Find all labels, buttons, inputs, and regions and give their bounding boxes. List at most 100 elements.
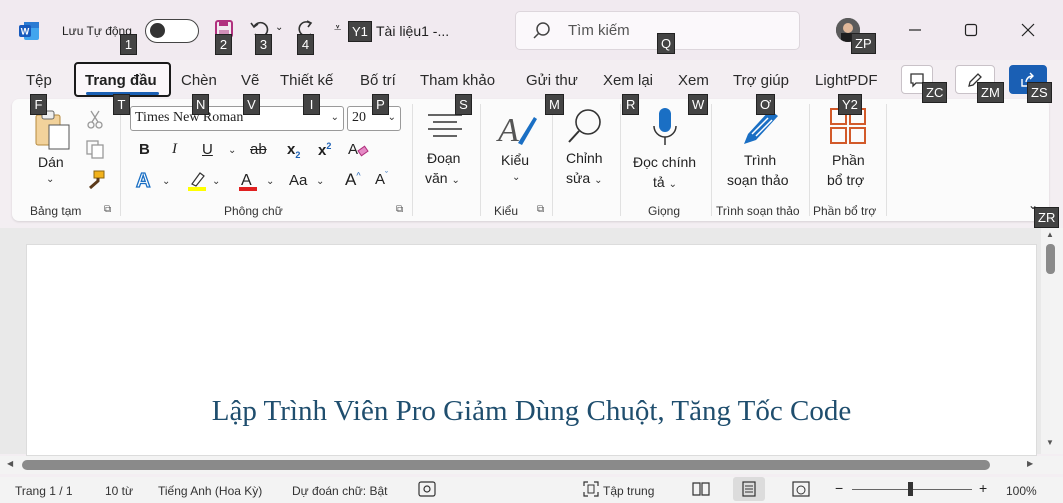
keytip-review: R <box>622 94 640 115</box>
copy-icon[interactable] <box>86 140 104 163</box>
font-name-chevron-icon[interactable]: ⌄ <box>331 112 339 123</box>
group-separator <box>809 104 810 216</box>
accessibility-icon[interactable] <box>418 481 436 500</box>
word-logo-icon: W <box>18 20 40 42</box>
shrink-font-icon[interactable]: Aˇ <box>375 170 388 188</box>
language-status[interactable]: Tiếng Anh (Hoa Kỳ) <box>158 484 262 498</box>
tab-draw[interactable]: Vẽ <box>241 72 259 89</box>
font-color-icon[interactable]: A <box>238 170 258 195</box>
strikethrough-button[interactable]: ab <box>250 141 267 158</box>
paragraph-button[interactable] <box>426 112 466 143</box>
format-painter-icon[interactable] <box>86 170 106 193</box>
paste-button[interactable] <box>33 109 73 154</box>
close-button[interactable] <box>1016 18 1040 42</box>
autosave-toggle[interactable] <box>145 19 199 43</box>
tab-insert[interactable]: Chèn <box>181 72 217 89</box>
scroll-left-icon[interactable]: ◀ <box>7 459 13 468</box>
addins-label-1: Phần <box>832 152 865 168</box>
editing-label-2: sửa ⌄ <box>566 170 603 186</box>
tab-review[interactable]: Xem lại <box>603 72 653 89</box>
keytip-design: I <box>303 94 320 115</box>
text-prediction-status[interactable]: Dự đoán chữ: Bật <box>292 484 387 498</box>
keytip-draw: V <box>243 94 260 115</box>
print-layout-icon <box>742 481 756 497</box>
svg-text:A: A <box>496 112 519 149</box>
tab-view[interactable]: Xem <box>678 72 709 89</box>
styles-button[interactable]: A <box>496 107 538 152</box>
dictate-button[interactable] <box>650 106 680 151</box>
font-size-value: 20 <box>352 110 366 125</box>
word-count[interactable]: 10 từ <box>105 484 133 498</box>
font-launcher-icon[interactable]: ⧉ <box>396 204 403 215</box>
editor-label-1: Trình <box>744 152 777 168</box>
clipboard-launcher-icon[interactable]: ⧉ <box>104 204 111 215</box>
tab-design[interactable]: Thiết kế <box>280 72 333 89</box>
tab-lightpdf[interactable]: LightPDF <box>815 72 878 89</box>
paste-icon <box>35 110 70 150</box>
change-case-button[interactable]: Aa <box>289 172 307 189</box>
vertical-scroll-thumb[interactable] <box>1046 244 1055 274</box>
italic-button[interactable]: I <box>172 141 177 158</box>
search-placeholder: Tìm kiếm <box>568 22 630 39</box>
web-layout-icon[interactable] <box>792 481 810 500</box>
subscript-icon[interactable]: x2 <box>287 141 300 160</box>
tab-mailings[interactable]: Gửi thư <box>526 72 578 89</box>
scroll-right-icon[interactable]: ▶ <box>1027 459 1033 468</box>
focus-mode-label[interactable]: Tập trung <box>603 484 654 498</box>
superscript-icon[interactable]: x2 <box>318 141 331 159</box>
print-layout-button[interactable] <box>733 477 765 501</box>
clear-formatting-icon[interactable]: A <box>347 139 369 162</box>
paste-dropdown-chevron-icon[interactable]: ⌄ <box>46 174 54 185</box>
horizontal-scroll-thumb[interactable] <box>22 460 990 470</box>
keytip-layout: P <box>372 94 389 115</box>
svg-text:A: A <box>241 172 252 189</box>
zoom-out-icon[interactable]: − <box>835 480 843 496</box>
editing-label-1: Chỉnh <box>566 150 603 166</box>
minimize-button[interactable] <box>903 18 927 42</box>
text-effects-chevron-icon[interactable]: ⌄ <box>162 176 170 187</box>
bold-button[interactable]: B <box>139 141 150 158</box>
zoom-in-icon[interactable]: + <box>979 480 987 496</box>
addins-group-label: Phần bổ trợ <box>813 204 877 218</box>
zoom-slider-thumb[interactable] <box>908 482 913 496</box>
styles-chevron-icon[interactable]: ⌄ <box>512 172 520 183</box>
font-group-label: Phông chữ <box>224 204 283 218</box>
editing-button[interactable] <box>566 106 606 149</box>
customize-qat-icon[interactable]: ⩡ <box>334 20 341 36</box>
focus-icon[interactable] <box>583 481 599 500</box>
microphone-icon <box>653 108 677 145</box>
editor-label-2: soạn thảo <box>727 172 789 188</box>
scroll-down-icon[interactable]: ▼ <box>1046 438 1054 447</box>
addins-label-2: bổ trợ <box>827 172 865 188</box>
tab-file[interactable]: Tệp <box>26 72 52 89</box>
font-color-chevron-icon[interactable]: ⌄ <box>266 176 274 187</box>
group-separator <box>886 104 887 216</box>
group-separator <box>552 104 553 216</box>
zoom-level[interactable]: 100% <box>1006 484 1037 498</box>
keytip-search: Q <box>657 33 676 54</box>
highlight-chevron-icon[interactable]: ⌄ <box>212 176 220 187</box>
undo-dropdown-chevron-icon[interactable]: ⌄ <box>275 22 283 33</box>
tab-help[interactable]: Trợ giúp <box>733 72 789 89</box>
styles-group-label: Kiểu <box>494 204 519 218</box>
keytip-insert: N <box>192 94 210 115</box>
change-case-chevron-icon[interactable]: ⌄ <box>316 176 324 187</box>
page-count[interactable]: Trang 1 / 1 <box>15 484 73 498</box>
text-effects-icon[interactable]: A <box>135 169 151 193</box>
maximize-button[interactable] <box>959 18 983 42</box>
highlight-color-icon[interactable] <box>186 170 208 195</box>
document-heading[interactable]: Lập Trình Viên Pro Giảm Dùng Chuột, Tăng… <box>0 395 1063 428</box>
tab-references[interactable]: Tham khảo <box>420 72 495 89</box>
read-mode-icon[interactable] <box>692 481 710 500</box>
scroll-up-icon[interactable]: ▲ <box>1046 230 1054 239</box>
dictate-label-2: tả ⌄ <box>653 174 677 190</box>
styles-label: Kiểu <box>501 152 530 168</box>
underline-button[interactable]: U <box>202 141 213 158</box>
grow-font-icon[interactable]: A^ <box>345 170 361 190</box>
underline-chevron-icon[interactable]: ⌄ <box>228 145 236 156</box>
paragraph-label-1: Đoạn <box>427 150 461 166</box>
tab-layout[interactable]: Bố trí <box>360 72 396 89</box>
cut-icon[interactable] <box>86 109 104 132</box>
styles-launcher-icon[interactable]: ⧉ <box>537 204 544 215</box>
keytip-help: Ơ <box>756 94 776 115</box>
